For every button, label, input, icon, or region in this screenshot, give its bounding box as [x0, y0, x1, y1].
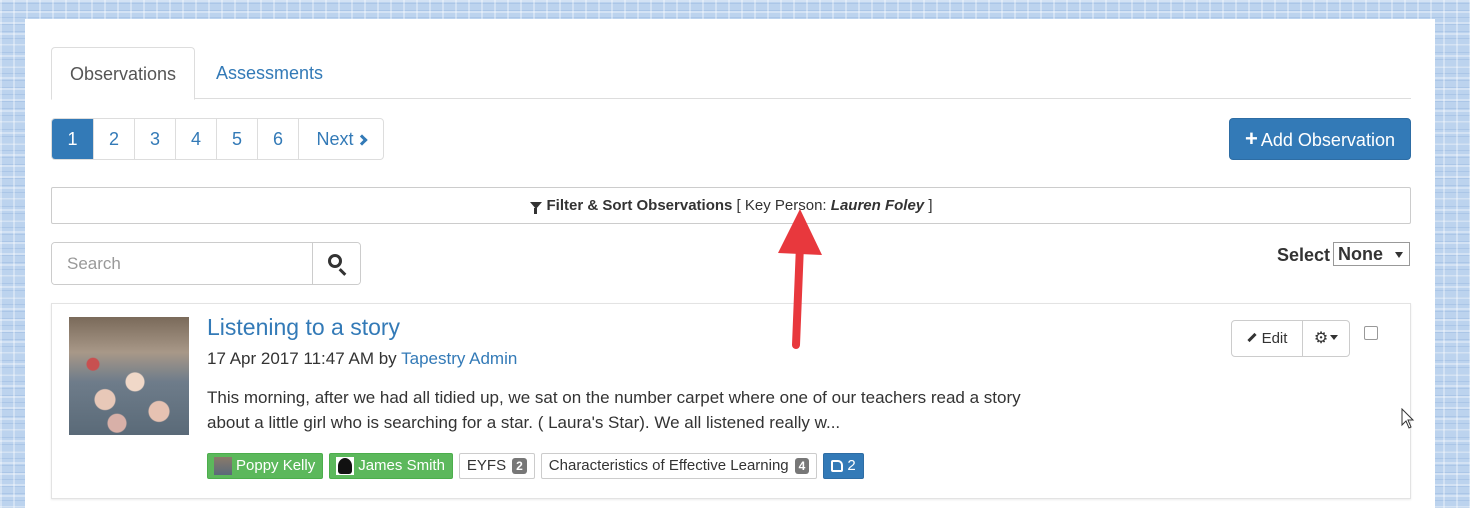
main-panel: Observations Assessments 1 2 3 4 5 6 Nex…	[25, 19, 1435, 508]
select-label: Select	[1277, 245, 1331, 265]
tab-bar: Observations Assessments	[51, 47, 1411, 100]
framework-label: EYFS	[466, 457, 507, 474]
avatar	[214, 457, 232, 475]
pencil-icon	[1246, 332, 1257, 343]
next-page-button[interactable]: Next	[298, 119, 383, 159]
page-2-button[interactable]: 2	[93, 119, 134, 159]
observation-title[interactable]: Listening to a story	[207, 314, 400, 341]
child-name: James Smith	[358, 457, 445, 474]
edit-button-group: Edit ⚙	[1231, 320, 1350, 357]
annotation-arrow	[778, 209, 822, 349]
add-observation-label: Add Observation	[1260, 130, 1395, 150]
count-badge: 4	[794, 458, 810, 474]
page-1-button[interactable]: 1	[52, 119, 93, 159]
filter-key-value: Lauren Foley	[830, 197, 925, 214]
observation-by: by	[378, 349, 397, 368]
tab-observations[interactable]: Observations	[51, 47, 196, 100]
page-5-button[interactable]: 5	[216, 119, 257, 159]
page-6-button[interactable]: 6	[257, 119, 298, 159]
thumbs-up-icon	[831, 460, 844, 472]
next-label: Next	[316, 129, 354, 149]
framework-tag-eyfs[interactable]: EYFS 2	[458, 453, 535, 479]
mouse-cursor-icon	[1401, 408, 1415, 429]
observation-card: Listening to a story 17 Apr 2017 11:47 A…	[51, 303, 1411, 499]
search-icon	[328, 254, 343, 268]
observation-body-line-2: about a little girl who is searching for…	[207, 413, 841, 432]
search-button[interactable]	[312, 243, 360, 284]
select-dropdown[interactable]: None	[1333, 242, 1410, 266]
count-badge: 2	[512, 458, 527, 474]
annotation-arrow-head	[778, 209, 822, 255]
child-tag-james[interactable]: James Smith	[329, 453, 453, 479]
filter-close-bracket: ]	[928, 197, 933, 214]
child-tag-poppy[interactable]: Poppy Kelly	[207, 453, 324, 479]
filter-sort-bar[interactable]: Filter & Sort Observations [ Key Person:…	[51, 187, 1411, 224]
observation-thumbnail[interactable]	[69, 317, 189, 435]
edit-button[interactable]: Edit	[1232, 321, 1302, 356]
framework-tag-cel[interactable]: Characteristics of Effective Learning 4	[540, 453, 818, 479]
page-4-button[interactable]: 4	[175, 119, 216, 159]
page-3-button[interactable]: 3	[134, 119, 175, 159]
gear-icon: ⚙	[1313, 330, 1329, 347]
search-input[interactable]	[52, 243, 313, 284]
pagination: 1 2 3 4 5 6 Next	[51, 118, 384, 160]
add-observation-button[interactable]: + Add Observation	[1229, 118, 1411, 160]
like-button[interactable]: 2	[823, 453, 864, 479]
observation-author-link[interactable]: Tapestry Admin	[401, 349, 517, 368]
caret-down-icon	[1330, 335, 1339, 340]
like-count: 2	[847, 457, 856, 474]
observation-date: 17 Apr 2017 11:47 AM	[207, 349, 374, 368]
tab-assessments[interactable]: Assessments	[198, 47, 341, 99]
annotation-arrow-shaft	[792, 241, 804, 349]
select-value: None	[1338, 244, 1383, 264]
observation-tags: Poppy Kelly James Smith EYFS 2 Characteri…	[207, 453, 864, 479]
plus-icon: +	[1245, 126, 1258, 151]
framework-label: Characteristics of Effective Learning	[548, 457, 789, 474]
caret-down-icon	[1395, 252, 1403, 258]
edit-label: Edit	[1261, 330, 1288, 347]
filter-label: Filter & Sort Observations	[546, 197, 733, 214]
options-button[interactable]: ⚙	[1302, 321, 1349, 356]
child-name: Poppy Kelly	[236, 457, 316, 474]
avatar	[336, 457, 355, 475]
filter-icon	[529, 202, 542, 214]
select-observation-checkbox[interactable]	[1364, 326, 1378, 340]
observation-body-line-1: This morning, after we had all tidied up…	[207, 388, 1021, 407]
filter-open-bracket: [	[736, 197, 741, 214]
chevron-right-icon	[355, 134, 368, 146]
observation-meta: 17 Apr 2017 11:47 AM by Tapestry Admin	[207, 349, 517, 369]
observation-body: This morning, after we had all tidied up…	[207, 385, 1067, 435]
search-group	[51, 242, 361, 285]
